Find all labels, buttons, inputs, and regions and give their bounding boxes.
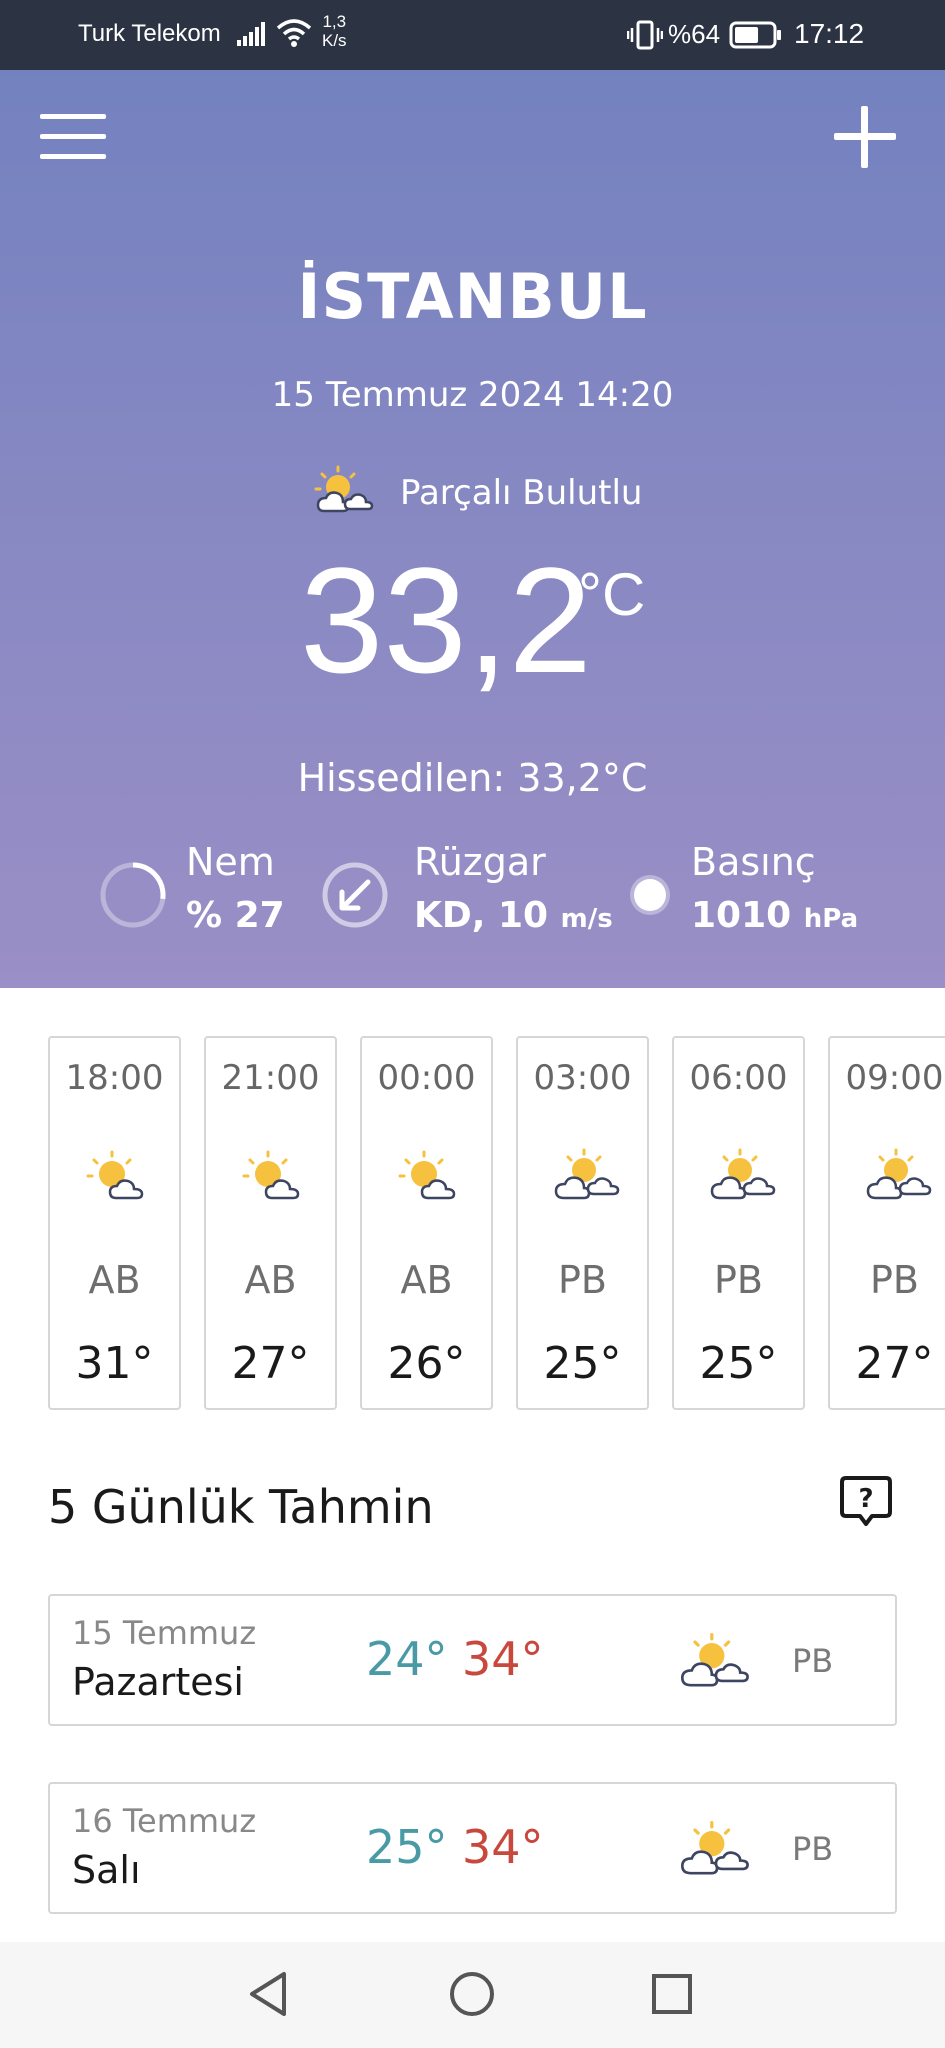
feels-like: Hissedilen: 33,2°C: [297, 756, 648, 800]
menu-icon-line: [40, 134, 106, 139]
back-triangle-icon: [250, 1972, 286, 2016]
hourly-card[interactable]: 18:00 AB 31°: [48, 1036, 181, 1410]
pressure-value-text: 1010: [691, 895, 792, 936]
observation-datetime: 15 Temmuz 2024 14:20: [271, 375, 674, 415]
menu-button[interactable]: [40, 114, 106, 162]
wind-unit: m/s: [560, 904, 613, 934]
hourly-time: 00:00: [377, 1058, 476, 1098]
hourly-condition: PB: [870, 1258, 919, 1302]
hourly-time: 18:00: [65, 1058, 164, 1098]
hourly-card[interactable]: 21:00 AB 27°: [204, 1036, 337, 1410]
vibrate-icon: [626, 20, 664, 55]
pressure-stat: Basınç 1010 hPa: [625, 840, 905, 940]
hourly-temp: 31°: [75, 1338, 154, 1389]
forecast-weekday: Salı: [72, 1848, 141, 1892]
partly-cloudy-icon: [676, 1818, 756, 1886]
hourly-condition: PB: [714, 1258, 763, 1302]
clock: 17:12: [794, 18, 865, 49]
forecast-high-temp: 34°: [462, 1820, 544, 1874]
home-circle-icon: [450, 1972, 494, 2016]
forecast-low-temp: 25°: [366, 1820, 448, 1874]
forecast-title: 5 Günlük Tahmin: [48, 1480, 434, 1534]
forecast-weekday: Pazartesi: [72, 1660, 244, 1704]
forecast-day-row[interactable]: 15 Temmuz Pazartesi 24° 34° PB: [48, 1594, 897, 1726]
hourly-temp: 27°: [231, 1338, 310, 1389]
navigation-bar: [0, 1942, 945, 2048]
carrier-name: Turk Telekom: [78, 20, 221, 47]
humidity-label: Nem: [186, 840, 275, 884]
sun-cloud-icon: [238, 1146, 308, 1210]
forecast-date: 16 Temmuz: [72, 1802, 257, 1840]
hourly-forecast[interactable]: 18:00 AB 31° 21:00 AB 27° 00:00 AB 26° 0…: [0, 1036, 945, 1416]
humidity-stat: Nem % 27: [98, 840, 298, 940]
wind-stat: Rüzgar KD, 10 m/s: [320, 840, 613, 940]
hourly-temp: 27°: [855, 1338, 934, 1389]
forecast-condition: PB: [792, 1642, 834, 1680]
hourly-card[interactable]: 03:00 PB 25°: [516, 1036, 649, 1410]
status-bar: Turk Telekom 1,3 K/s %64 17:12: [0, 0, 945, 70]
partly-cloudy-icon: [676, 1630, 756, 1698]
back-button[interactable]: [240, 1964, 300, 2024]
hourly-time: 21:00: [221, 1058, 320, 1098]
network-speed-value: 1,3: [322, 12, 347, 31]
hourly-card[interactable]: 09:00 PB 27°: [828, 1036, 945, 1410]
temperature-unit: °C: [578, 561, 646, 628]
partly-cloudy-icon: [550, 1146, 626, 1210]
partly-cloudy-icon: [310, 465, 380, 523]
help-icon[interactable]: ?: [838, 1474, 894, 1534]
hourly-temp: 26°: [387, 1338, 466, 1389]
recents-square-icon: [652, 1974, 692, 2014]
forecast-low-temp: 24°: [366, 1632, 448, 1686]
menu-icon: [40, 114, 106, 119]
wind-label: Rüzgar: [414, 840, 546, 884]
forecast-high-temp: 34°: [462, 1632, 544, 1686]
hourly-temp: 25°: [543, 1338, 622, 1389]
battery-icon: [729, 20, 783, 55]
pressure-unit: hPa: [803, 904, 859, 934]
pressure-value: 1010 hPa: [691, 895, 858, 936]
hourly-condition: PB: [558, 1258, 607, 1302]
menu-icon-line: [40, 154, 106, 159]
svg-text:?: ?: [858, 1484, 873, 1514]
wind-value: KD, 10 m/s: [414, 895, 613, 936]
hourly-card[interactable]: 06:00 PB 25°: [672, 1036, 805, 1410]
battery-percent: %64: [668, 19, 721, 49]
hourly-time: 06:00: [689, 1058, 788, 1098]
partly-cloudy-icon: [706, 1146, 782, 1210]
hourly-temp: 25°: [699, 1338, 778, 1389]
wind-direction-icon: [320, 860, 390, 934]
forecast-day-row[interactable]: 16 Temmuz Salı 25° 34° PB: [48, 1782, 897, 1914]
home-button[interactable]: [442, 1964, 502, 2024]
sun-cloud-icon: [82, 1146, 152, 1210]
pressure-label: Basınç: [691, 840, 816, 884]
wind-value-text: KD, 10: [414, 895, 549, 936]
hourly-card[interactable]: 00:00 AB 26°: [360, 1036, 493, 1410]
current-temperature: 33,2: [300, 536, 592, 704]
current-condition: Parçalı Bulutlu: [0, 465, 945, 525]
condition-text: Parçalı Bulutlu: [400, 473, 643, 513]
wifi-icon: [276, 18, 312, 53]
hourly-time: 09:00: [845, 1058, 944, 1098]
current-weather-panel: İSTANBUL 15 Temmuz 2024 14:20 Parçalı Bu…: [0, 70, 945, 988]
city-name: İSTANBUL: [297, 260, 648, 333]
hourly-condition: AB: [400, 1258, 453, 1302]
humidity-ring-icon: [98, 860, 168, 934]
pressure-dot-icon: [625, 860, 675, 934]
partly-cloudy-icon: [862, 1146, 938, 1210]
hourly-condition: AB: [244, 1258, 297, 1302]
network-speed-unit: K/s: [322, 31, 347, 50]
humidity-value: % 27: [186, 895, 285, 936]
sun-cloud-icon: [394, 1146, 464, 1210]
forecast-condition: PB: [792, 1830, 834, 1868]
signal-icon: [237, 22, 267, 51]
forecast-date: 15 Temmuz: [72, 1614, 257, 1652]
network-speed: 1,3 K/s: [322, 12, 347, 50]
hourly-condition: AB: [88, 1258, 141, 1302]
hourly-time: 03:00: [533, 1058, 632, 1098]
recents-button[interactable]: [642, 1964, 702, 2024]
add-location-button[interactable]: [834, 106, 896, 168]
